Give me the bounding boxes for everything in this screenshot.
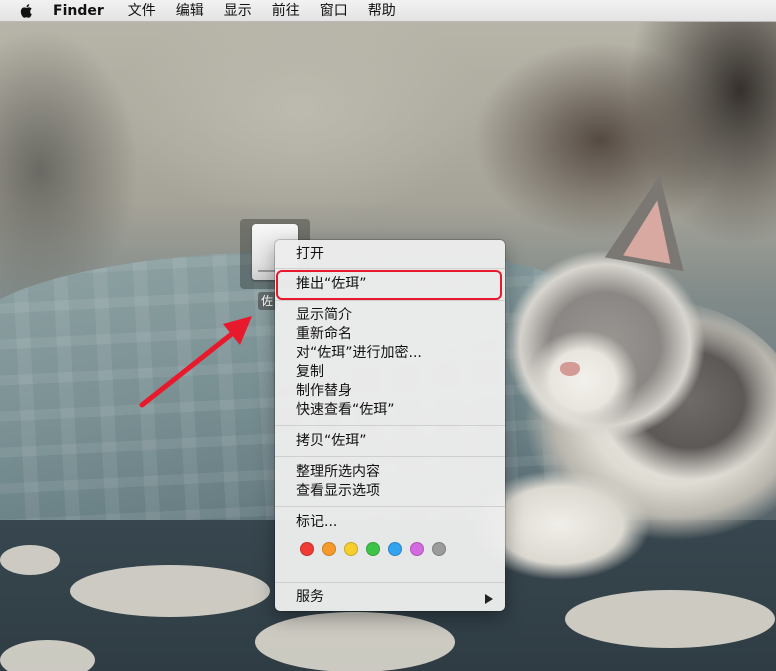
menu-item-view-options[interactable]: 查看显示选项 <box>275 482 505 501</box>
menu-item-copy[interactable]: 拷贝“佐珥” <box>275 432 505 451</box>
tag-red-dot[interactable] <box>300 542 314 556</box>
wallpaper-dot <box>0 545 60 575</box>
menu-item-duplicate[interactable]: 复制 <box>275 363 505 382</box>
cat-nose <box>560 362 580 376</box>
menu-item-encrypt[interactable]: 对“佐珥”进行加密... <box>275 344 505 363</box>
tag-orange-dot[interactable] <box>322 542 336 556</box>
menu-bar: Finder 文件 编辑 显示 前往 窗口 帮助 <box>0 0 776 22</box>
menu-view[interactable]: 显示 <box>214 0 262 22</box>
tag-purple-dot[interactable] <box>410 542 424 556</box>
menu-item-tags[interactable]: 标记... <box>275 513 505 532</box>
submenu-arrow-icon <box>485 594 493 604</box>
menu-item-rename[interactable]: 重新命名 <box>275 325 505 344</box>
menu-separator <box>275 506 505 507</box>
menu-file[interactable]: 文件 <box>118 0 166 22</box>
menu-item-services-label: 服务 <box>296 589 324 605</box>
menu-help[interactable]: 帮助 <box>358 0 406 22</box>
menu-item-get-info[interactable]: 显示简介 <box>275 306 505 325</box>
apple-logo-icon[interactable] <box>19 3 35 19</box>
tag-color-row <box>300 542 446 556</box>
highlight-box <box>276 270 502 300</box>
menu-item-services[interactable]: 服务 <box>275 588 505 607</box>
menu-go[interactable]: 前往 <box>262 0 310 22</box>
tag-yellow-dot[interactable] <box>344 542 358 556</box>
menu-separator <box>275 300 505 301</box>
menu-window[interactable]: 窗口 <box>310 0 358 22</box>
menu-item-clean-up[interactable]: 整理所选内容 <box>275 463 505 482</box>
wallpaper-dot <box>255 612 455 671</box>
cat-ear-inner <box>623 196 681 264</box>
wallpaper-dot <box>70 565 270 617</box>
tag-blue-dot[interactable] <box>388 542 402 556</box>
menu-item-quick-look[interactable]: 快速查看“佐珥” <box>275 401 505 420</box>
menu-item-open[interactable]: 打开 <box>275 245 505 264</box>
menu-separator <box>275 456 505 457</box>
tag-green-dot[interactable] <box>366 542 380 556</box>
menu-item-make-alias[interactable]: 制作替身 <box>275 382 505 401</box>
menu-edit[interactable]: 编辑 <box>166 0 214 22</box>
menu-separator <box>275 582 505 583</box>
wallpaper-dot <box>565 590 775 648</box>
cat-face <box>528 330 638 430</box>
tag-gray-dot[interactable] <box>432 542 446 556</box>
red-arrow-icon <box>139 316 252 408</box>
menu-separator <box>275 425 505 426</box>
menu-finder[interactable]: Finder <box>53 0 114 22</box>
menu-separator <box>275 268 505 269</box>
